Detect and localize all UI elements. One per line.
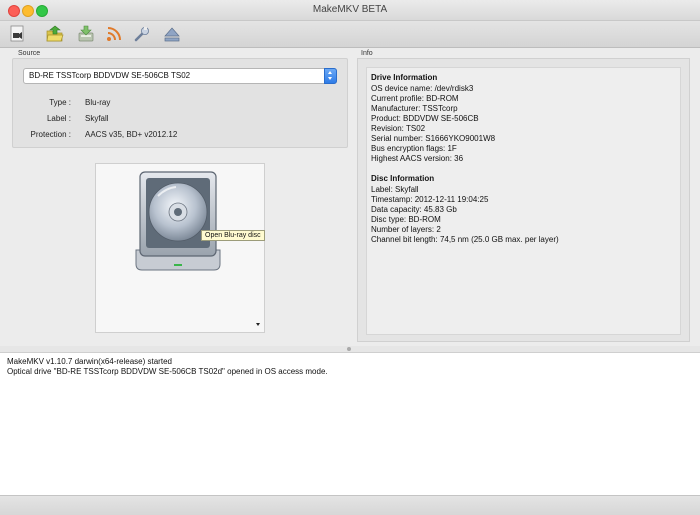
stream-button[interactable] (104, 24, 124, 44)
open-files-button[interactable] (8, 24, 28, 44)
disc-info-heading: Disc Information (371, 174, 435, 183)
source-section-label: Source (18, 50, 41, 57)
splitter-handle-icon[interactable] (347, 347, 351, 351)
open-folder-button[interactable] (45, 24, 65, 44)
disc-info-line: Channel bit length: 74,5 nm (25.0 GB max… (371, 235, 559, 244)
wrench-icon (134, 27, 149, 42)
drive-info-line: Bus encryption flags: 1F (371, 144, 457, 153)
stream-icon (107, 27, 121, 41)
backup-icon (78, 25, 94, 42)
protection-value: AACS v35, BD+ v2012.12 (85, 130, 178, 139)
toolbar (0, 21, 700, 48)
disc-info-line: Timestamp: 2012-12-11 19:04:25 (371, 195, 489, 204)
status-bar (0, 495, 700, 515)
drive-info-line: Serial number: S1666YKO9001W8 (371, 134, 496, 143)
type-value: Blu-ray (85, 98, 111, 107)
chevron-updown-icon[interactable] (324, 68, 337, 84)
disc-open-area[interactable] (95, 163, 265, 333)
drive-info-line: OS device name: /dev/rdisk3 (371, 84, 474, 93)
disc-info-line: Number of layers: 2 (371, 225, 441, 234)
info-panel: Drive Information OS device name: /dev/r… (357, 58, 690, 342)
drive-info-heading: Drive Information (371, 73, 438, 82)
disc-info-line: Data capacity: 45.83 Gb (371, 205, 457, 214)
backup-button[interactable] (76, 24, 96, 44)
drive-info-line: Manufacturer: TSSTcorp (371, 104, 458, 113)
window-title: MakeMKV BETA (312, 4, 388, 15)
title-bar: MakeMKV BETA (0, 0, 700, 21)
open-disc-tooltip: Open Blu-ray disc (201, 230, 265, 241)
drive-info-line: Product: BDDVDW SE-506CB (371, 114, 479, 123)
disc-info-line: Label: Skyfall (371, 185, 419, 194)
label-label: Label : (46, 114, 71, 123)
eject-button[interactable] (162, 24, 182, 44)
disc-info-line: Disc type: BD-ROM (371, 215, 441, 224)
app-window: MakeMKV BETA Source BD-RE TSSTcorp BDDVD… (0, 0, 700, 515)
drive-select-value: BD-RE TSSTcorp BDDVDW SE-506CB TS02 (29, 71, 191, 80)
log-line: MakeMKV v1.10.7 darwin(x64-release) star… (7, 357, 172, 366)
source-panel: BD-RE TSSTcorp BDDVDW SE-506CB TS02 Type… (12, 58, 348, 148)
drive-info-line: Current profile: BD-ROM (371, 94, 459, 103)
log-output[interactable]: MakeMKV v1.10.7 darwin(x64-release) star… (0, 352, 700, 496)
open-files-icon (10, 25, 24, 42)
log-line: Optical drive "BD-RE TSSTcorp BDDVDW SE-… (7, 367, 328, 376)
bluray-drive-icon[interactable] (96, 164, 264, 332)
label-value: Skyfall (85, 114, 109, 123)
open-folder-icon (46, 25, 64, 42)
preferences-button[interactable] (132, 24, 152, 44)
drive-select[interactable]: BD-RE TSSTcorp BDDVDW SE-506CB TS02 (23, 68, 337, 84)
eject-icon (164, 27, 180, 42)
type-label: Type : (49, 98, 71, 107)
disc-dropdown-icon[interactable] (256, 323, 260, 326)
drive-info-line: Highest AACS version: 36 (371, 154, 464, 163)
protection-label: Protection : (30, 130, 71, 139)
drive-info-line: Revision: TS02 (371, 124, 426, 133)
info-section-label: Info (361, 50, 373, 57)
info-text-area: Drive Information OS device name: /dev/r… (366, 67, 681, 335)
